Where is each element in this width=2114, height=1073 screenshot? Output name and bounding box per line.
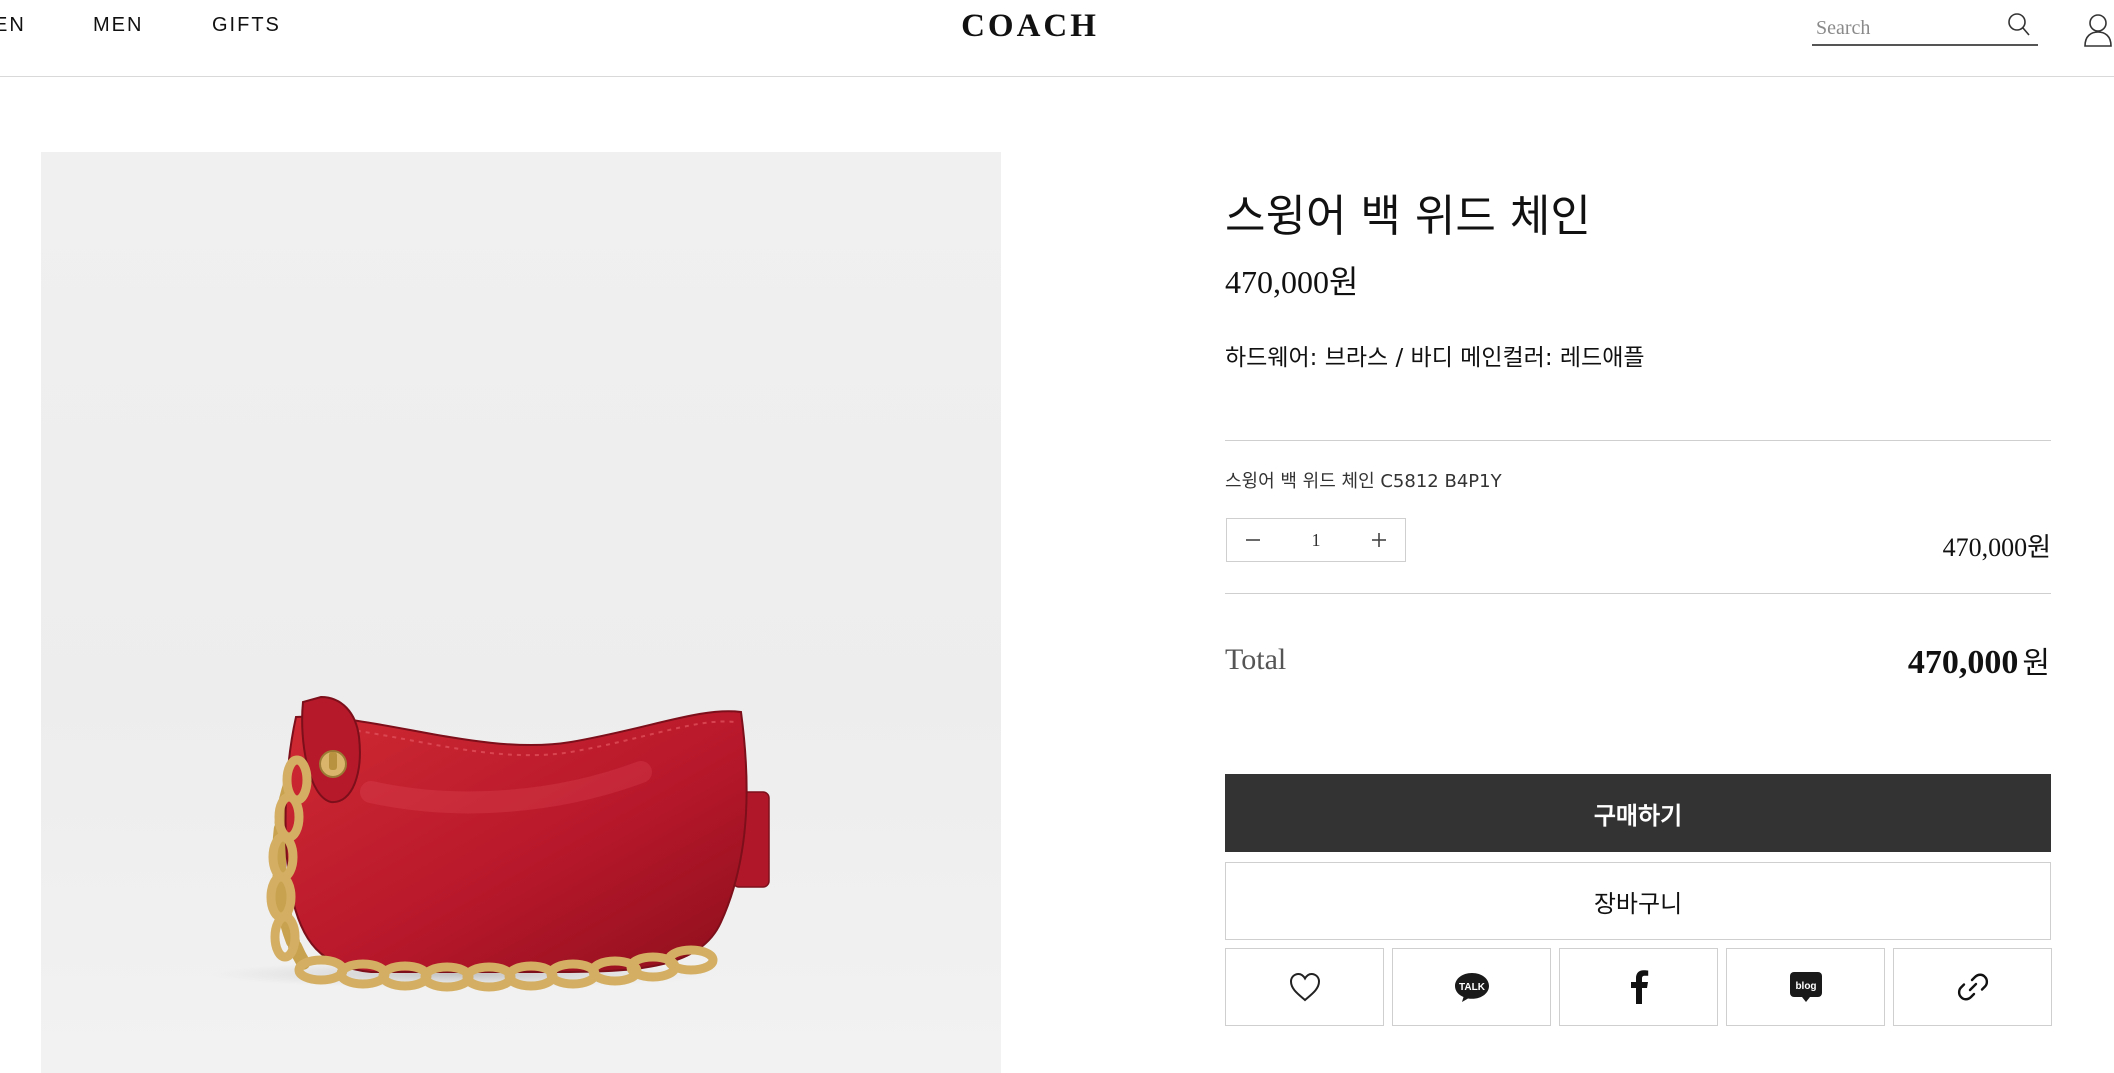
nav-item-gifts[interactable]: GIFTS	[212, 14, 281, 37]
total-currency: 원	[2022, 647, 2050, 680]
brand-logo[interactable]: COACH	[961, 8, 1099, 45]
option-name: 스윙어 백 위드 체인 C5812 B4P1Y	[1225, 471, 1502, 492]
nav-item-men[interactable]: MEN	[93, 14, 143, 37]
kakaotalk-icon: TALK	[1454, 973, 1489, 1002]
plus-icon	[1372, 533, 1386, 547]
site-header: EN MEN GIFTS COACH	[0, 0, 2114, 77]
buy-now-button[interactable]: 구매하기	[1225, 774, 2051, 852]
product-price: 470,000원	[1225, 264, 1359, 300]
nav-item-women[interactable]: EN	[0, 14, 26, 37]
wishlist-button[interactable]	[1225, 948, 1384, 1026]
total-value: 470,000 원	[1908, 638, 2050, 682]
naver-blog-icon-text: blog	[1795, 981, 1816, 992]
user-icon[interactable]	[2082, 12, 2114, 48]
quantity-decrease-button[interactable]	[1227, 519, 1279, 561]
facebook-icon	[1630, 970, 1648, 1004]
total-label: Total	[1225, 643, 1287, 676]
share-row: TALK blog	[1225, 948, 2052, 1028]
option-price: 470,000원	[1942, 533, 2051, 562]
quantity-increase-button[interactable]	[1353, 519, 1405, 561]
divider	[1225, 593, 2051, 594]
search-input[interactable]	[1814, 14, 2008, 42]
quantity-stepper: 1	[1226, 518, 1406, 562]
divider	[1225, 440, 2051, 441]
product-image[interactable]	[41, 152, 1001, 1073]
total-amount: 470,000	[1907, 644, 2019, 681]
add-to-cart-button[interactable]: 장바구니	[1225, 862, 2051, 940]
share-facebook-button[interactable]	[1559, 948, 1718, 1026]
product-title: 스윙어 백 위드 체인	[1225, 191, 1591, 242]
product-description: 하드웨어: 브라스 / 바디 메인컬러: 레드애플	[1225, 345, 1645, 371]
naver-blog-icon: blog	[1789, 972, 1822, 1002]
copy-link-button[interactable]	[1893, 948, 2052, 1026]
kakaotalk-icon-text: TALK	[1459, 982, 1486, 993]
share-kakaotalk-button[interactable]: TALK	[1392, 948, 1551, 1026]
search-icon[interactable]	[2006, 12, 2032, 38]
minus-icon	[1246, 539, 1260, 541]
heart-icon	[1289, 972, 1320, 1002]
share-naver-blog-button[interactable]: blog	[1726, 948, 1885, 1026]
link-icon	[1957, 973, 1988, 1001]
search-box	[1812, 8, 2038, 46]
quantity-value[interactable]: 1	[1279, 519, 1353, 561]
